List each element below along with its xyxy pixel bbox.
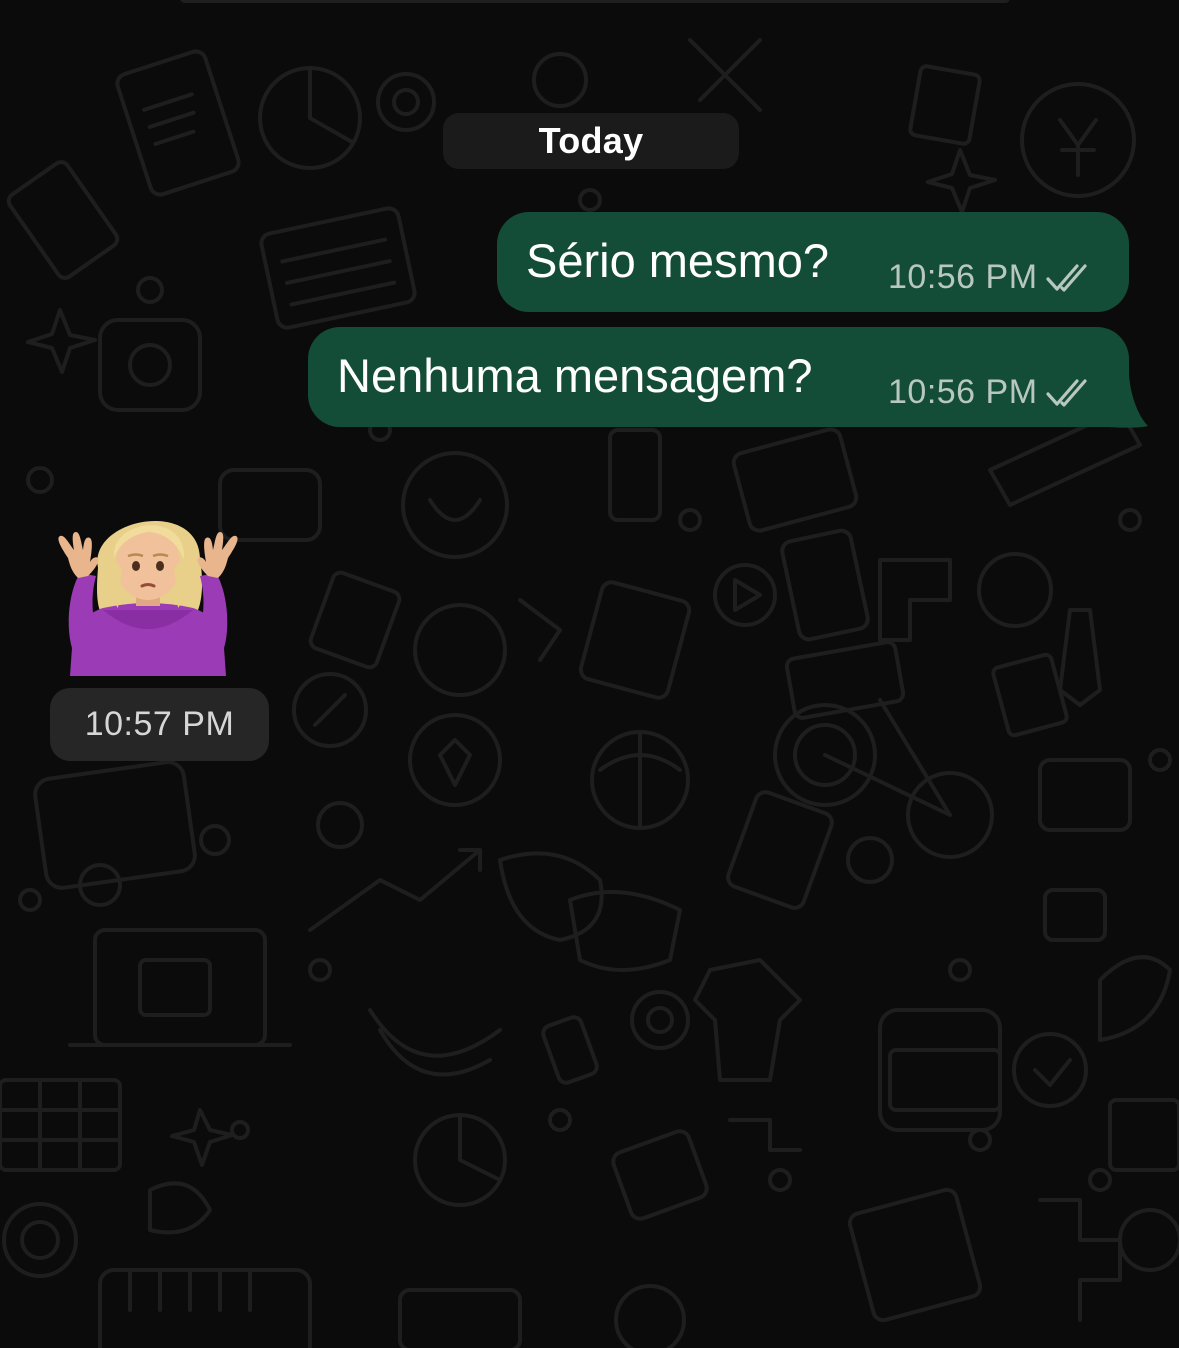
top-edge-overlay <box>180 0 1010 3</box>
message-time: 10:56 PM <box>888 373 1038 411</box>
double-check-icon <box>1045 263 1087 292</box>
message-text: Sério mesmo? <box>526 234 829 287</box>
date-separator: Today <box>443 113 739 169</box>
outgoing-message[interactable]: Sério mesmo? 10:56 PM <box>497 212 1129 312</box>
sticker-time-chip: 10:57 PM <box>50 688 269 761</box>
double-check-icon <box>1045 378 1087 407</box>
outgoing-message[interactable]: Nenhuma mensagem? 10:56 PM <box>308 327 1129 427</box>
message-time: 10:56 PM <box>888 258 1038 296</box>
person-shrugging-emoji[interactable] <box>48 498 248 676</box>
date-separator-label: Today <box>538 120 644 161</box>
message-time: 10:57 PM <box>84 705 235 743</box>
message-meta: 10:56 PM <box>888 258 1094 297</box>
bubble-tail <box>1108 374 1148 428</box>
message-text: Nenhuma mensagem? <box>337 349 813 402</box>
message-meta: 10:56 PM <box>888 373 1094 412</box>
chat-view[interactable]: Today Sério mesmo? 10:56 PM Nenhuma mens… <box>0 0 1179 1348</box>
